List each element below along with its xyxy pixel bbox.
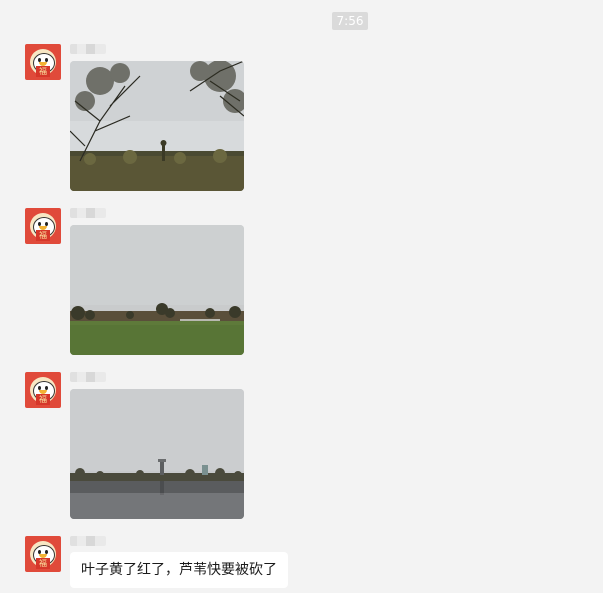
image-message-trees[interactable] bbox=[70, 61, 244, 191]
sender-name-blurred bbox=[70, 536, 106, 546]
penguin-fu-avatar-icon: 福 bbox=[36, 394, 50, 405]
sender-name-blurred bbox=[70, 372, 106, 382]
avatar[interactable]: 福 bbox=[25, 44, 61, 80]
penguin-fu-avatar-icon: 福 bbox=[36, 558, 50, 569]
penguin-fu-avatar-icon: 福 bbox=[36, 66, 50, 77]
text-message-bubble[interactable]: 叶子黄了红了，芦苇快要被砍了 bbox=[70, 552, 288, 588]
avatar[interactable]: 福 bbox=[25, 536, 61, 572]
avatar[interactable]: 福 bbox=[25, 208, 61, 244]
image-message-lake[interactable] bbox=[70, 389, 244, 519]
sender-name-blurred bbox=[70, 44, 106, 54]
avatar[interactable]: 福 bbox=[25, 372, 61, 408]
image-message-lawn[interactable] bbox=[70, 225, 244, 355]
message-timestamp: 7:56 bbox=[332, 12, 368, 30]
sender-name-blurred bbox=[70, 208, 106, 218]
penguin-fu-avatar-icon: 福 bbox=[36, 230, 50, 241]
